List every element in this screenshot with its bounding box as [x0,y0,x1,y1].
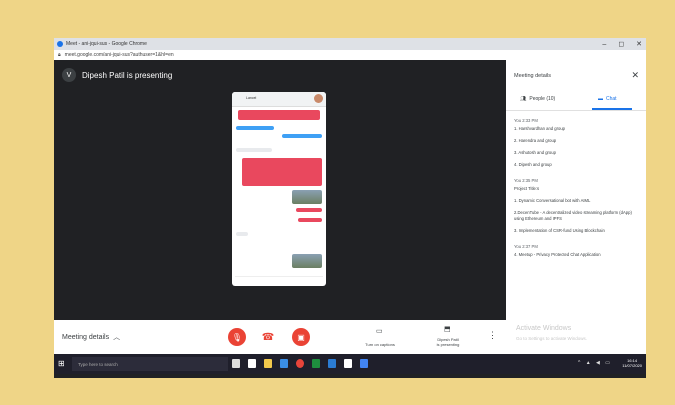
meeting-controls-bar: Meeting details ︿ 🎙︎ ☎︎ ▣ ▭ Turn on capti… [54,320,506,354]
chat-bubble [282,134,322,138]
chat-bubble [238,110,320,120]
tab-chat[interactable]: ▬ Chat [598,96,617,102]
window-title: Meet - ani-jqui-sus - Google Chrome [66,41,147,47]
windows-taskbar: ⊞ Type here to search ^ ▲ ◀ ▭ 16:14 11/0… [54,354,646,374]
tab-chat-label: Chat [606,96,617,102]
camera-off-icon: ▣ [297,332,305,342]
message-line: 2.DecenTube - A decentralized video stre… [514,210,632,221]
clock-date: 11/07/2020 [622,363,642,368]
presentation-stage: V Dipesh Patil is presenting Lancel [54,60,506,322]
tab-divider [506,110,646,111]
system-tray-icons[interactable]: ^ ▲ ◀ ▭ [578,360,612,366]
phone-message-input [235,276,323,284]
presenter-banner: V Dipesh Patil is presenting [62,68,172,82]
edge-icon[interactable] [280,359,288,368]
phone-hangup-icon: ☎︎ [261,331,275,343]
chat-image [292,254,322,268]
chat-bubble [298,218,322,222]
tab-people-label: People (10) [529,96,556,102]
message-line: Project Title:s [514,186,540,191]
presenting-button-label[interactable]: Dipesh Patil is presenting [424,337,472,347]
meeting-details-panel: Meeting details ✕ 👥︎ People (10) ▬ Chat … [506,60,646,358]
store-icon[interactable] [248,359,256,368]
message-meta: You 2:37 PM [514,244,538,249]
close-window-button[interactable]: ✕ [636,40,642,48]
captions-icon[interactable]: ▭ [376,327,383,335]
taskbar-clock[interactable]: 16:14 11/07/2020 [622,358,642,368]
phone-contact-avatar [314,94,323,103]
app-icon[interactable] [360,359,368,368]
present-screen-icon[interactable]: ⬒ [444,325,451,333]
chat-bubble [236,148,272,152]
word-icon[interactable] [328,359,336,368]
chat-icon: ▬ [598,96,603,102]
chat-bubble [296,208,322,212]
meeting-details-label: Meeting details [62,334,110,341]
message-line: 3. Implementation of CSR-fund Using Bloc… [514,228,605,233]
chevron-up-icon: ︿ [113,334,121,341]
windows-start-icon[interactable]: ⊞ [58,359,65,368]
shared-phone-screen: Lancel [232,92,326,286]
close-panel-button[interactable]: ✕ [631,70,639,81]
taskbar-search-box[interactable]: Type here to search [72,357,228,371]
tab-people[interactable]: 👥︎ People (10) [520,96,555,102]
window-controls: – ◻ ✕ [602,38,642,50]
message-meta: You 2:33 PM [514,118,538,123]
chat-bubble [236,126,274,130]
app-icon[interactable] [344,359,352,368]
meeting-details-toggle[interactable]: Meeting details ︿ [62,332,120,342]
message-meta: You 2:35 PM [514,178,538,183]
chat-bubble [236,232,248,236]
chat-image [292,190,322,204]
activate-windows-subtitle: Go to Settings to activate Windows. [516,336,588,341]
message-line: 2. Harendra and group [514,138,557,143]
activate-windows-title: Activate Windows [516,325,572,332]
lock-icon: 🔒︎ [58,52,61,58]
presenter-text: Dipesh Patil is presenting [82,70,173,80]
people-icon: 👥︎ [520,96,527,102]
file-explorer-icon[interactable] [264,359,272,368]
title-bar: Meet - ani-jqui-sus - Google Chrome – ◻ … [54,38,646,50]
taskbar-search-placeholder: Type here to search [78,361,118,367]
captions-button-label[interactable]: Turn on captions [354,342,406,347]
minimize-button[interactable]: – [602,41,606,48]
message-line: 4. Dipesh and group [514,162,552,167]
url-text[interactable]: meet.google.com/ani-jqui-sus?authuser=1&… [65,52,174,58]
maximize-button[interactable]: ◻ [618,40,624,48]
hang-up-button[interactable]: ☎︎ [259,328,277,346]
chat-bubble [242,158,322,186]
chrome-icon[interactable] [296,359,304,368]
message-line: 1. Dynamic Conversational bot with AIML [514,198,591,203]
excel-icon[interactable] [312,359,320,368]
meet-favicon-icon [57,41,63,47]
task-view-icon[interactable] [232,359,240,368]
mic-off-icon: 🎙︎ [231,332,243,342]
panel-title: Meeting details [514,73,551,79]
presenter-avatar: V [62,68,76,82]
more-options-button[interactable]: ⋮ [488,330,497,341]
mic-off-button[interactable]: 🎙︎ [228,328,246,346]
chat-messages: You 2:33 PM 1. Harshvardhan and group 2.… [514,118,640,258]
message-line: 3. Ashutosh and group [514,150,556,155]
camera-off-button[interactable]: ▣ [292,328,310,346]
message-line: 1. Harshvardhan and group [514,126,565,131]
phone-chat-header: Lancel [232,92,326,107]
message-line: 4. Meetup - Privacy Protected Chat Appli… [514,252,601,257]
phone-contact-name: Lancel [246,96,257,100]
